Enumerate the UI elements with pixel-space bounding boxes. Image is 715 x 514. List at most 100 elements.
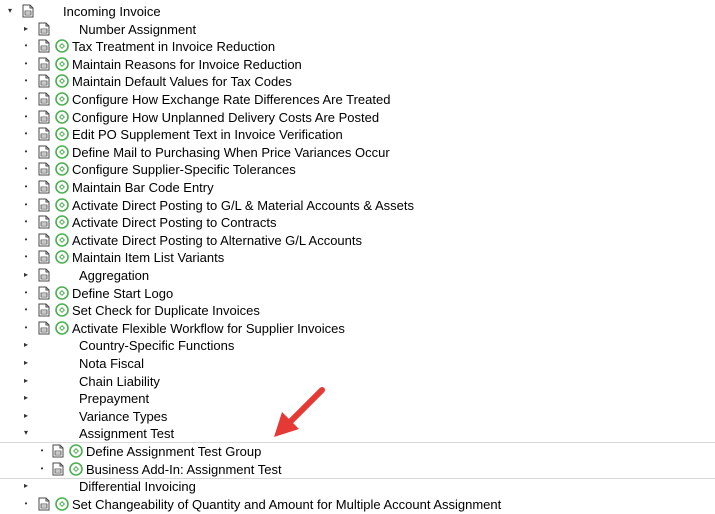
- execute-clock-icon[interactable]: [55, 496, 69, 511]
- tree-node[interactable]: • Maintain Bar Code Entry: [0, 179, 715, 197]
- documentation-icon[interactable]: [38, 233, 50, 247]
- tree-collapsed-icon[interactable]: ▸: [22, 393, 30, 403]
- documentation-icon[interactable]: [38, 303, 50, 317]
- tree-node[interactable]: ▸ Differential Invoicing: [0, 478, 715, 496]
- documentation-icon[interactable]: [38, 57, 50, 71]
- tree-node[interactable]: • Define Mail to Purchasing When Price Va…: [0, 144, 715, 162]
- tree-collapsed-icon[interactable]: ▸: [22, 24, 30, 34]
- tree-expanded-icon[interactable]: ▾: [22, 428, 30, 438]
- execute-clock-icon[interactable]: [55, 162, 69, 177]
- documentation-icon[interactable]: [38, 497, 50, 511]
- tree-node[interactable]: ▸ Country-Specific Functions: [0, 337, 715, 355]
- documentation-icon[interactable]: [38, 162, 50, 176]
- tree-collapsed-icon[interactable]: ▸: [22, 481, 30, 491]
- execute-clock-icon[interactable]: [55, 127, 69, 141]
- execute-clock-icon[interactable]: [55, 320, 69, 335]
- tree-leaf-bullet-icon: •: [40, 463, 44, 473]
- documentation-icon[interactable]: [38, 127, 50, 141]
- tree-collapsed-icon[interactable]: ▸: [22, 270, 30, 280]
- tree-node[interactable]: • Business Add-In: Assignment Test: [0, 461, 715, 479]
- documentation-icon[interactable]: [52, 444, 64, 458]
- execute-clock-icon[interactable]: [55, 92, 69, 106]
- tree-node-label: Variance Types: [79, 408, 168, 424]
- implementation-guide-tree: ▾ Incoming Invoice ▸ Number Assignment • Tax …: [0, 0, 715, 512]
- tree-leaf-bullet-icon: •: [40, 446, 44, 455]
- tree-node[interactable]: ▸ Variance Types: [0, 408, 715, 426]
- tree-collapsed-icon[interactable]: ▸: [22, 358, 30, 368]
- tree-node[interactable]: • Set Check for Duplicate Invoices: [0, 302, 715, 320]
- tree-node[interactable]: ▸ Prepayment: [0, 390, 715, 408]
- tree-node[interactable]: ▸ Nota Fiscal: [0, 355, 715, 373]
- tree-node[interactable]: • Maintain Default Values for Tax Codes: [0, 73, 715, 91]
- tree-node[interactable]: • Activate Direct Posting to G/L & Materi…: [0, 197, 715, 215]
- documentation-icon[interactable]: [38, 215, 50, 229]
- tree-node-label: Tax Treatment in Invoice Reduction: [72, 39, 276, 55]
- execute-clock-icon[interactable]: [55, 197, 69, 212]
- documentation-icon[interactable]: [38, 180, 50, 194]
- execute-clock-icon[interactable]: [55, 285, 69, 300]
- tree-expanded-icon[interactable]: ▾: [6, 6, 14, 16]
- execute-clock-icon[interactable]: [69, 461, 83, 476]
- tree-node[interactable]: • Activate Direct Posting to Alternative …: [0, 232, 715, 250]
- tree-node[interactable]: • Configure How Exchange Rate Differences…: [0, 91, 715, 109]
- tree-node[interactable]: • Define Start Logo: [0, 285, 715, 303]
- tree-node-label: Define Assignment Test Group: [86, 444, 262, 459]
- tree-node[interactable]: ▸ Number Assignment: [0, 21, 715, 39]
- tree-collapsed-icon[interactable]: ▸: [22, 376, 30, 386]
- execute-clock-icon[interactable]: [55, 144, 69, 159]
- tree-node[interactable]: • Configure Supplier-Specific Tolerances: [0, 161, 715, 179]
- tree-node[interactable]: ▾ Incoming Invoice: [0, 3, 715, 21]
- tree-node-label: Set Changeability of Quantity and Amount…: [72, 496, 502, 512]
- execute-clock-icon[interactable]: [55, 215, 69, 229]
- execute-clock-icon[interactable]: [55, 180, 69, 194]
- tree-node[interactable]: ▸ Chain Liability: [0, 373, 715, 391]
- tree-node[interactable]: ▾ Assignment Test: [0, 425, 715, 443]
- documentation-icon[interactable]: [38, 145, 50, 159]
- documentation-icon[interactable]: [38, 321, 50, 335]
- tree-node[interactable]: • Maintain Reasons for Invoice Reduction: [0, 56, 715, 74]
- documentation-icon[interactable]: [38, 22, 50, 36]
- documentation-icon[interactable]: [52, 462, 64, 476]
- tree-node[interactable]: • Edit PO Supplement Text in Invoice Veri…: [0, 126, 715, 144]
- execute-clock-icon[interactable]: [55, 303, 69, 317]
- execute-clock-icon[interactable]: [55, 56, 69, 71]
- execute-clock-icon[interactable]: [69, 444, 83, 458]
- documentation-icon[interactable]: [38, 198, 50, 212]
- tree-leaf-bullet-icon: •: [24, 76, 28, 86]
- tree-collapsed-icon[interactable]: ▸: [22, 411, 30, 421]
- execute-clock-icon[interactable]: [55, 250, 69, 265]
- tree-leaf-bullet-icon: •: [24, 129, 28, 139]
- documentation-icon[interactable]: [38, 74, 50, 88]
- tree-node[interactable]: • Configure How Unplanned Delivery Costs …: [0, 109, 715, 127]
- tree-node-label: Activate Flexible Workflow for Supplier …: [72, 320, 345, 336]
- tree-node-label: Define Start Logo: [72, 285, 174, 301]
- tree-node-label: Country-Specific Functions: [79, 338, 235, 354]
- documentation-icon[interactable]: [38, 250, 50, 264]
- execute-clock-icon[interactable]: [55, 74, 69, 89]
- documentation-icon[interactable]: [38, 92, 50, 106]
- tree-node-label: Nota Fiscal: [79, 356, 145, 371]
- execute-clock-icon[interactable]: [55, 109, 69, 124]
- execute-clock-icon[interactable]: [55, 232, 69, 247]
- documentation-icon[interactable]: [38, 110, 50, 124]
- tree-node-label: Assignment Test: [79, 426, 175, 442]
- tree-node[interactable]: • Activate Flexible Workflow for Supplier…: [0, 320, 715, 338]
- tree-leaf-bullet-icon: •: [24, 41, 28, 51]
- documentation-icon[interactable]: [38, 268, 50, 282]
- tree-node[interactable]: • Maintain Item List Variants: [0, 249, 715, 267]
- tree-node[interactable]: ▸ Aggregation: [0, 267, 715, 285]
- tree-collapsed-icon[interactable]: ▸: [22, 340, 30, 350]
- documentation-icon[interactable]: [22, 4, 34, 18]
- tree-node[interactable]: • Set Changeability of Quantity and Amoun…: [0, 496, 715, 514]
- execute-clock-icon[interactable]: [55, 39, 69, 53]
- tree-node[interactable]: • Activate Direct Posting to Contracts: [0, 214, 715, 232]
- tree-node-label: Maintain Reasons for Invoice Reduction: [72, 56, 302, 72]
- tree-node-label: Activate Direct Posting to G/L & Materia…: [72, 197, 414, 213]
- documentation-icon[interactable]: [38, 39, 50, 53]
- documentation-icon[interactable]: [38, 286, 50, 300]
- tree-node[interactable]: • Tax Treatment in Invoice Reduction: [0, 38, 715, 56]
- tree-node-label: Prepayment: [79, 391, 150, 407]
- tree-leaf-bullet-icon: •: [24, 111, 28, 121]
- tree-node[interactable]: • Define Assignment Test Group: [0, 443, 715, 461]
- tree-node-label: Edit PO Supplement Text in Invoice Verif…: [72, 127, 343, 143]
